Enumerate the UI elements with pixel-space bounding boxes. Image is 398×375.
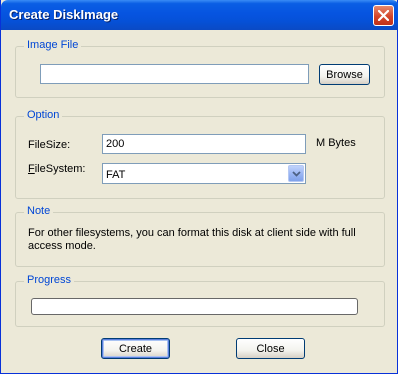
filesize-input[interactable]: [102, 134, 306, 154]
create-button[interactable]: Create: [101, 338, 170, 359]
dropdown-arrow-button[interactable]: [288, 165, 304, 182]
option-group: Option FileSize: M Bytes FileSystem: FAT: [15, 109, 385, 199]
note-group: Note For other filesystems, you can form…: [15, 205, 385, 267]
filesystem-selected-value: FAT: [106, 169, 126, 181]
filesystem-label-mnemonic: F: [28, 163, 35, 175]
filesize-label: FileSize:: [28, 139, 71, 151]
window-title: Create DiskImage: [9, 7, 119, 22]
option-legend: Option: [24, 109, 63, 121]
image-file-path-input[interactable]: [40, 64, 309, 84]
filesystem-label: FileSystem:: [28, 163, 85, 175]
chevron-down-icon: [292, 171, 301, 177]
filesize-unit: M Bytes: [316, 137, 356, 149]
note-legend: Note: [24, 205, 54, 217]
progress-bar: [31, 298, 358, 315]
note-text: For other filesystems, you can format th…: [28, 227, 356, 252]
filesystem-select[interactable]: FAT: [102, 163, 306, 184]
close-icon: [378, 10, 389, 21]
progress-group: Progress: [15, 274, 385, 327]
close-button[interactable]: Close: [236, 338, 305, 359]
image-file-legend: Image File: [24, 39, 82, 51]
close-window-button[interactable]: [373, 5, 394, 26]
browse-button[interactable]: Browse: [319, 64, 370, 85]
image-file-group: Image File Browse: [15, 39, 385, 98]
title-bar[interactable]: Create DiskImage: [1, 0, 398, 30]
progress-legend: Progress: [24, 274, 75, 286]
create-diskimage-dialog: Create DiskImage Image File Browse Optio…: [0, 0, 398, 374]
filesystem-label-rest: ileSystem:: [34, 163, 86, 175]
